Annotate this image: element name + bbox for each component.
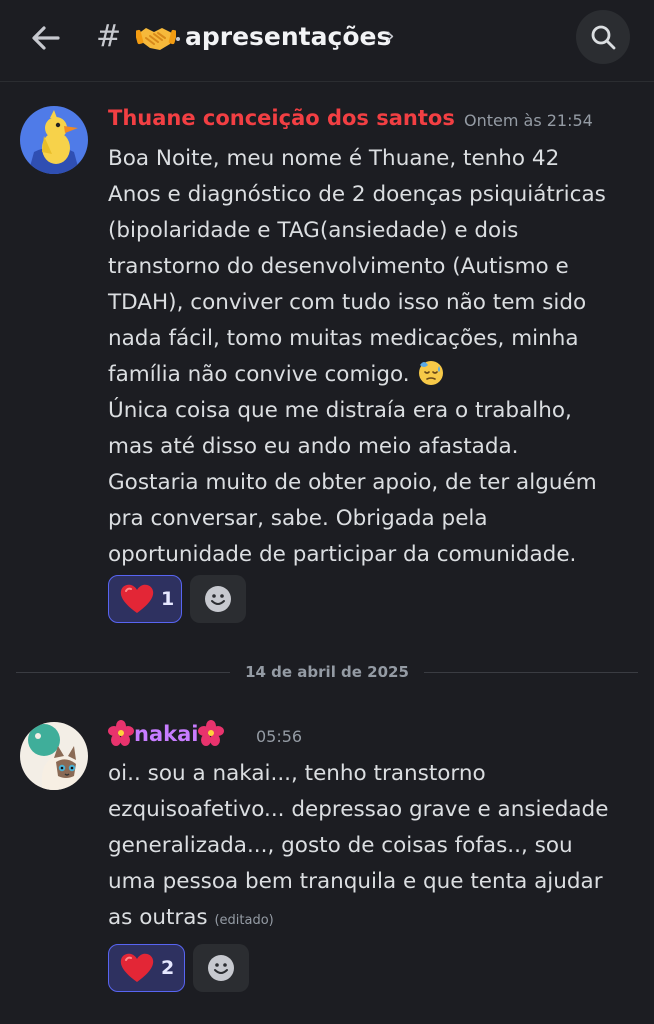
chevron-right-icon[interactable]: › (386, 22, 395, 52)
arrow-left-icon (32, 26, 60, 50)
reaction-count: 1 (161, 588, 175, 610)
message-author[interactable]: Thuane conceição dos santos (108, 104, 455, 132)
hibiscus-emoji (198, 720, 225, 746)
red-heart-emoji (120, 584, 154, 613)
add-reaction-button[interactable] (193, 944, 249, 992)
message-content: Boa Noite, meu nome é Thuane, tenho 42 A… (108, 141, 638, 573)
message-text: Boa Noite, meu nome é Thuane, tenho 42 A… (108, 146, 606, 387)
duck-avatar-icon (20, 106, 88, 174)
downcast-sweat-face-emoji (419, 361, 444, 385)
channel-hash-icon: # (96, 19, 122, 54)
message-timestamp: Ontem às 21:54 (464, 111, 593, 130)
smiley-face-icon (205, 586, 231, 612)
channel-name[interactable]: apresentações (185, 20, 391, 54)
avatar[interactable] (20, 722, 88, 790)
smiley-face-icon (208, 955, 234, 981)
heart-reaction-button[interactable]: 2 (108, 944, 185, 992)
avatar[interactable] (20, 106, 88, 174)
back-button[interactable] (26, 18, 66, 58)
date-divider-label: 14 de abril de 2025 (237, 663, 417, 681)
channel-separator-dot (176, 37, 180, 41)
edited-label: (editado) (214, 913, 274, 928)
heart-reaction-button[interactable]: 1 (108, 575, 182, 623)
search-button[interactable] (576, 10, 630, 64)
red-heart-emoji (120, 953, 154, 982)
author-name: nakai (134, 722, 199, 746)
message-text-continued: Única coisa que me distraía era o trabal… (108, 398, 597, 567)
channel-header: # apresentações › (0, 0, 654, 82)
cat-avatar-icon (20, 722, 88, 790)
message-content: oi.. sou a nakai..., tenho transtorno ez… (108, 756, 638, 939)
message-text: oi.. sou a nakai..., tenho transtorno ez… (108, 761, 609, 930)
date-divider: 14 de abril de 2025 (0, 660, 654, 684)
message-timestamp: 05:56 (256, 727, 303, 746)
add-reaction-button[interactable] (190, 575, 246, 623)
handshake-emoji (136, 28, 176, 50)
message-author[interactable]: nakai (108, 720, 225, 748)
search-icon (591, 25, 616, 50)
hibiscus-emoji (108, 720, 134, 746)
reaction-count: 2 (161, 957, 175, 979)
